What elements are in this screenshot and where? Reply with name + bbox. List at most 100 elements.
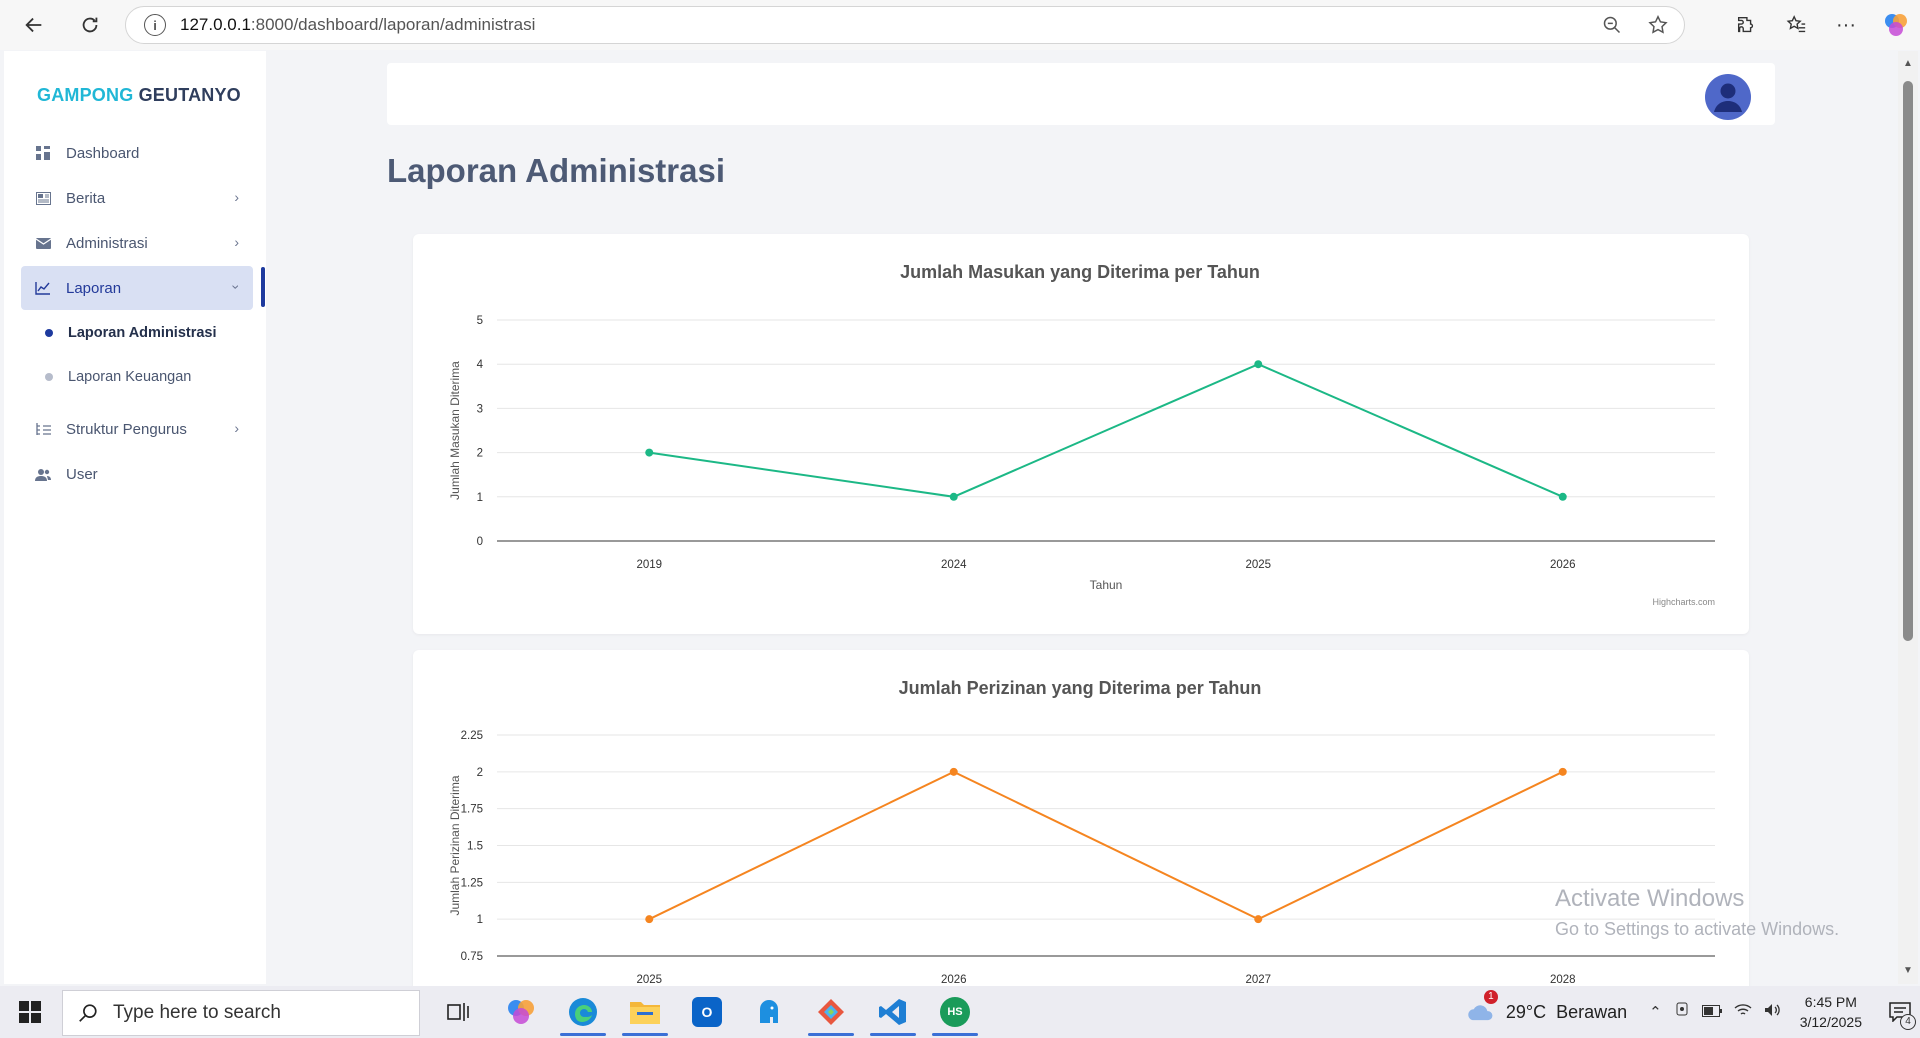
x-tick-label: 2025: [636, 974, 662, 986]
x-tick-label: 2025: [1245, 559, 1271, 571]
newspaper-icon: [35, 190, 51, 206]
brand-part1: GAMPONG: [37, 85, 134, 105]
y-tick-label: 3: [477, 403, 483, 415]
sidebar-item-dashboard[interactable]: Dashboard: [21, 131, 253, 175]
zoom-out-icon[interactable]: [1600, 13, 1624, 37]
reload-button[interactable]: [72, 7, 108, 43]
x-tick-label: 2028: [1550, 974, 1576, 986]
vscode-icon: [879, 999, 906, 1025]
task-view-icon: [447, 1003, 469, 1021]
system-clock[interactable]: 6:45 PM 3/12/2025: [1800, 992, 1862, 1032]
data-point: [1254, 915, 1263, 924]
chart-card-masukan: Jumlah Masukan yang Diterima per Tahun 0 1…: [413, 234, 1749, 634]
watermark-line1: Activate Windows: [1555, 885, 1745, 912]
task-view-button[interactable]: [428, 986, 490, 1038]
submenu-item-laporan-keuangan[interactable]: Laporan Keuangan: [43, 355, 253, 399]
sidebar-item-user[interactable]: User: [21, 452, 253, 496]
taskbar-vscode[interactable]: [862, 986, 924, 1038]
x-tick-label: 2026: [1550, 559, 1576, 571]
y-tick-label: 2: [477, 448, 483, 460]
x-tick-label: 2019: [636, 559, 662, 571]
brand-logo[interactable]: GAMPONG GEUTANYO: [37, 85, 241, 106]
chevron-right-icon: ›: [234, 189, 239, 205]
clock-time: 6:45 PM: [1804, 994, 1857, 1010]
sidebar-item-administrasi[interactable]: Administrasi ›: [21, 221, 253, 265]
sidebar-item-berita[interactable]: Berita ›: [21, 176, 253, 220]
user-avatar[interactable]: [1705, 74, 1751, 120]
start-button[interactable]: [0, 986, 60, 1038]
taskbar-copilot[interactable]: [490, 986, 552, 1038]
taskbar-search-input[interactable]: Type here to search: [62, 990, 420, 1036]
elephant-app-icon: [760, 1000, 778, 1023]
taskbar-file-explorer[interactable]: [614, 986, 676, 1038]
sidebar-item-label: User: [66, 465, 98, 483]
chart-credit: Highcharts.com: [1652, 597, 1715, 607]
y-tick-label: 0.75: [461, 951, 483, 963]
y-tick-label: 1: [477, 492, 483, 504]
favorite-star-icon[interactable]: [1646, 13, 1670, 37]
windows-logo-icon: [19, 1001, 41, 1023]
taskbar-outlook[interactable]: O: [676, 986, 738, 1038]
line-chart-icon: [35, 280, 51, 296]
favorites-list-icon[interactable]: [1782, 11, 1810, 39]
data-point: [949, 492, 958, 501]
series-line: [649, 363, 1564, 498]
meet-now-icon[interactable]: [1674, 1002, 1690, 1022]
copilot-icon[interactable]: [1882, 11, 1910, 39]
scroll-up-arrow-icon[interactable]: ▲: [1902, 59, 1914, 69]
notification-center-button[interactable]: 4: [1880, 986, 1920, 1038]
taskbar-git-app[interactable]: [800, 986, 862, 1038]
x-tick-label: 2027: [1245, 974, 1271, 986]
y-tick-label: 2: [477, 767, 483, 779]
battery-icon[interactable]: [1701, 1004, 1722, 1021]
sidebar-item-label: Laporan: [66, 279, 122, 297]
clock-date: 3/12/2025: [1799, 1014, 1862, 1030]
back-button[interactable]: [16, 7, 52, 43]
y-axis-title: Jumlah Perizinan Diterima: [448, 775, 462, 915]
chart-perizinan: Jumlah Perizinan yang Diterima per Tahun…: [448, 678, 1715, 986]
page-title: Laporan Administrasi: [387, 152, 726, 189]
submenu-laporan: Laporan Administrasi Laporan Keuangan: [21, 311, 253, 399]
data-point: [645, 448, 654, 457]
sidebar-item-label: Struktur Pengurus: [66, 420, 187, 438]
y-tick-label: 1.25: [461, 877, 483, 889]
y-tick-label: 4: [477, 359, 484, 371]
hierarchy-list-icon: [35, 421, 51, 437]
scroll-down-arrow-icon[interactable]: ▼: [1902, 966, 1914, 976]
active-indicator: [261, 267, 265, 307]
address-bar[interactable]: i 127.0.0.1:8000/dashboard/laporan/admin…: [125, 6, 1685, 44]
y-tick-label: 5: [477, 315, 483, 327]
cloud-icon: [1468, 1005, 1493, 1021]
copilot-icon: [508, 1000, 534, 1024]
site-info-icon[interactable]: i: [144, 14, 166, 36]
arrow-left-icon: [25, 17, 42, 33]
weather-desc: Berawan: [1556, 1001, 1628, 1022]
taskbar-hs-app[interactable]: HS: [924, 986, 986, 1038]
sidebar-item-laporan[interactable]: Laporan ›: [21, 266, 253, 310]
chart-card-perizinan: Jumlah Perizinan yang Diterima per Tahun…: [413, 650, 1749, 1010]
activate-windows-watermark: Activate Windows Go to Settings to activ…: [1555, 885, 1839, 940]
more-options-icon[interactable]: ···: [1832, 11, 1860, 39]
sidebar-item-struktur-pengurus[interactable]: Struktur Pengurus ›: [21, 407, 253, 451]
submenu-item-laporan-administrasi[interactable]: Laporan Administrasi: [43, 311, 253, 355]
y-tick-label: 1: [477, 914, 483, 926]
windows-taskbar: Type here to search O HS 1 29°C Berawan …: [0, 986, 1920, 1038]
wifi-icon[interactable]: [1734, 1003, 1752, 1021]
page-scrollbar[interactable]: ▲ ▼: [1898, 51, 1918, 984]
weather-widget[interactable]: 1 29°C Berawan: [1466, 989, 1628, 1023]
chevron-right-icon: ›: [234, 234, 239, 250]
y-tick-label: 0: [477, 536, 483, 548]
folder-icon: [630, 1002, 660, 1024]
users-icon: [35, 466, 51, 482]
volume-icon[interactable]: [1764, 1003, 1782, 1021]
taskbar-edge[interactable]: [552, 986, 614, 1038]
scroll-thumb[interactable]: [1903, 81, 1913, 641]
hs-app-icon: HS: [940, 997, 970, 1027]
data-point: [1558, 767, 1567, 776]
chevron-up-icon[interactable]: ⌃: [1649, 1003, 1662, 1021]
edge-browser-icon: [569, 998, 597, 1026]
taskbar-app-blue[interactable]: [738, 986, 800, 1038]
url-text: 127.0.0.1:8000/dashboard/laporan/adminis…: [180, 15, 536, 34]
extensions-icon[interactable]: [1732, 11, 1760, 39]
notification-count: 4: [1900, 1014, 1916, 1030]
